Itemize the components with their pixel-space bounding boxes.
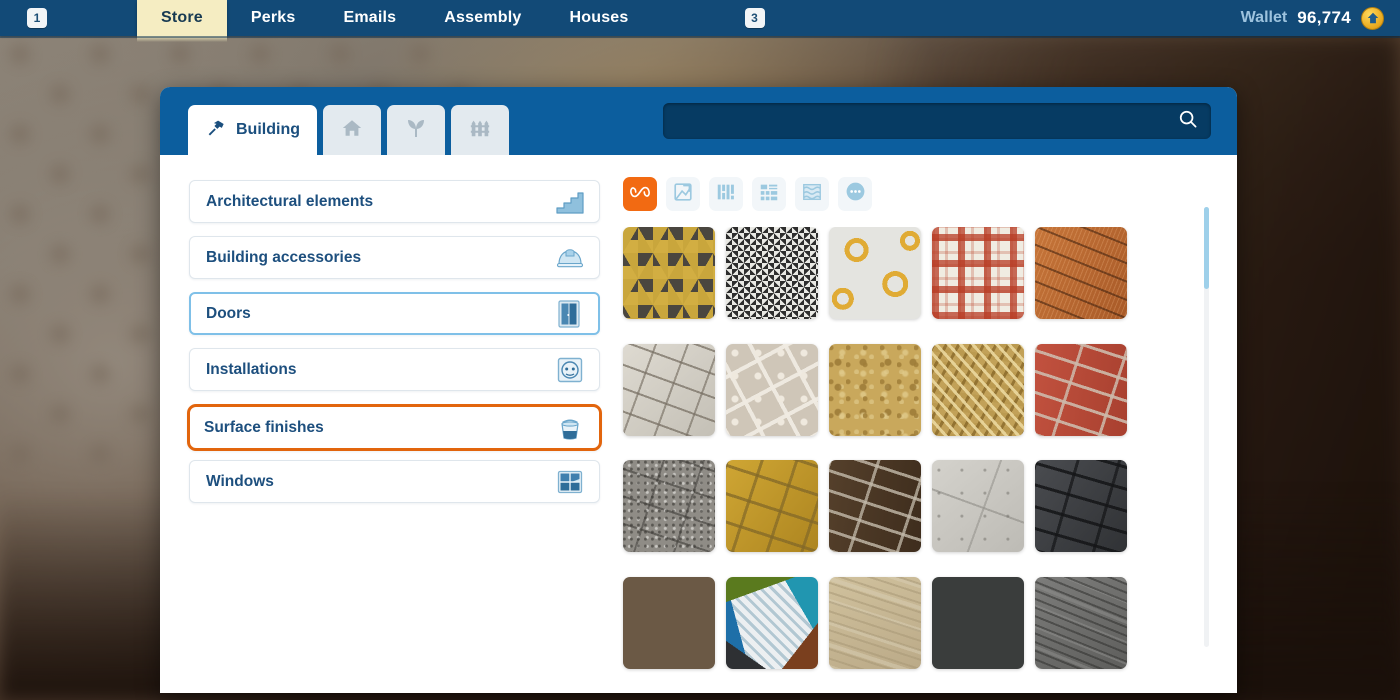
hard-hat-icon [553, 241, 587, 275]
notification-badge-mid[interactable]: 3 [744, 8, 765, 28]
panel-tab-building[interactable]: Building [188, 105, 317, 155]
tile-filter-button[interactable] [752, 177, 786, 211]
items-column [618, 155, 1237, 693]
category-doors-label: Doors [206, 304, 251, 322]
tile-grid-icon [758, 181, 780, 208]
item-tile-yellow-paver-bricks[interactable] [726, 460, 818, 552]
category-installations-label: Installations [206, 360, 297, 378]
plant-sprout-icon [404, 116, 428, 145]
notification-badge-left[interactable]: 1 [27, 8, 47, 28]
main-nav-tabs: Store Perks Emails Assembly Houses [137, 0, 653, 42]
texture-item-grid [618, 227, 1237, 682]
item-tile-dark-brown-brick[interactable] [829, 460, 921, 552]
item-tile-red-plaid-fabric[interactable] [932, 227, 1024, 319]
item-tile-cork-sandstone[interactable] [829, 343, 921, 436]
home-icon [340, 117, 364, 144]
hammer-icon [205, 118, 227, 143]
category-doors[interactable]: Doors [189, 292, 600, 335]
power-socket-icon [553, 353, 587, 387]
nav-tab-assembly-label: Assembly [444, 9, 522, 26]
item-tile-gold-squiggle-pattern[interactable] [829, 227, 921, 319]
item-grid-scrollbar[interactable] [1204, 207, 1209, 647]
store-panel-header: Building [160, 87, 1237, 155]
wallet-label: Wallet [1240, 9, 1288, 26]
paint-bucket-icon [553, 411, 587, 445]
stairs-icon [553, 185, 587, 219]
nav-tab-store-label: Store [161, 9, 203, 26]
item-tile-light-concrete-slabs[interactable] [932, 460, 1024, 552]
panel-tab-fence[interactable] [450, 105, 509, 155]
window-icon [553, 465, 587, 499]
item-tile-light-beige-wood[interactable] [829, 576, 921, 669]
category-building-accessories-label: Building accessories [206, 248, 362, 266]
search-input[interactable] [675, 113, 1177, 129]
wallet-amount: 96,774 [1297, 8, 1351, 27]
top-navigation-bar: 1 Store Perks Emails Assembly Houses 3 W… [0, 0, 1400, 42]
panel-tab-home[interactable] [322, 105, 381, 155]
vertical-panels-icon [715, 181, 737, 208]
nav-tab-perks[interactable]: Perks [227, 0, 320, 36]
item-tile-red-brick-wall[interactable] [1035, 343, 1127, 436]
category-list: Architectural elements Building accessor… [160, 155, 618, 693]
category-installations[interactable]: Installations [189, 348, 600, 391]
item-tile-beige-dotted-tile[interactable] [726, 343, 818, 436]
store-panel: Building Architectural elements Building… [160, 87, 1237, 693]
more-filter-button[interactable] [838, 177, 872, 211]
item-tile-solid-charcoal[interactable] [932, 576, 1024, 669]
item-tile-light-cobblestone[interactable] [623, 343, 715, 436]
left-badge-wrap: 1 [0, 0, 47, 36]
all-filter-button[interactable] [623, 177, 657, 211]
door-icon [552, 297, 586, 331]
category-surface-finishes-label: Surface finishes [204, 418, 324, 436]
wave-pattern-icon [801, 181, 823, 208]
nav-tab-emails-label: Emails [343, 9, 397, 26]
item-tile-wood-chip-board[interactable] [932, 343, 1024, 436]
category-architectural-elements-label: Architectural elements [206, 192, 374, 210]
mid-badge-wrap: 3 [744, 0, 765, 36]
pattern-filter-button[interactable] [795, 177, 829, 211]
search-bar[interactable] [663, 103, 1211, 139]
item-tile-terracotta-roof-tile[interactable] [1035, 227, 1127, 319]
nav-tab-assembly[interactable]: Assembly [420, 0, 545, 36]
item-tile-grey-granite-paving[interactable] [623, 460, 715, 552]
panel-tab-building-label: Building [236, 121, 300, 138]
house-coin-icon [1361, 6, 1384, 30]
nav-tab-emails[interactable]: Emails [320, 0, 421, 36]
item-tile-rough-bark-stone[interactable] [623, 576, 715, 669]
wallet-display[interactable]: Wallet 96,774 [1241, 0, 1400, 36]
category-windows-label: Windows [206, 472, 274, 490]
store-panel-body: Architectural elements Building accessor… [160, 155, 1237, 693]
item-tile-dark-charcoal-stone[interactable] [1035, 460, 1127, 552]
nav-tab-perks-label: Perks [250, 9, 296, 26]
category-surface-finishes[interactable]: Surface finishes [187, 404, 602, 451]
filter-toolbar [618, 177, 1237, 211]
item-grid-scrollbar-thumb[interactable] [1204, 207, 1209, 289]
nav-tab-houses[interactable]: Houses [546, 0, 653, 36]
category-building-accessories[interactable]: Building accessories [189, 236, 600, 279]
wallpaper-roll-icon [672, 181, 694, 208]
search-icon[interactable] [1177, 108, 1199, 135]
fence-icon [468, 117, 492, 144]
infinity-icon [628, 183, 652, 206]
item-tile-houndstooth-pattern[interactable] [726, 227, 818, 319]
panel-tab-plant[interactable] [386, 105, 445, 155]
panel-filter-button[interactable] [709, 177, 743, 211]
ellipsis-circle-icon [844, 180, 867, 208]
item-tile-hexagon-cube-pattern[interactable] [623, 227, 715, 319]
nav-tab-houses-label: Houses [569, 9, 629, 26]
item-tile-patchwork-quilt[interactable] [726, 576, 818, 669]
wallpaper-filter-button[interactable] [666, 177, 700, 211]
category-windows[interactable]: Windows [189, 460, 600, 503]
nav-tab-store[interactable]: Store [137, 0, 227, 42]
item-tile-grey-wood-grain[interactable] [1035, 576, 1127, 669]
category-architectural-elements[interactable]: Architectural elements [189, 180, 600, 223]
